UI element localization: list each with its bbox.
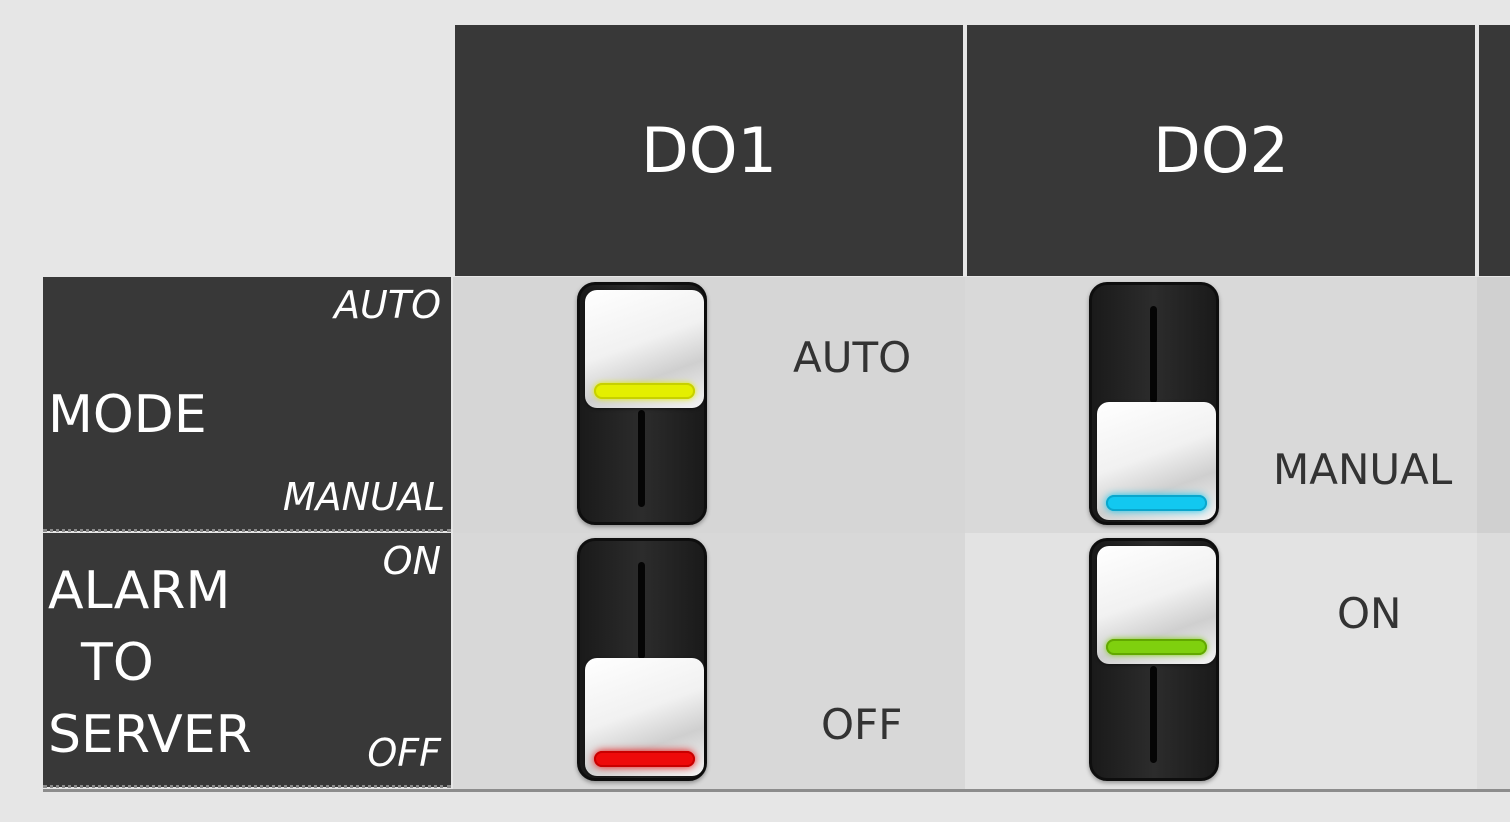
do1-mode-switch[interactable] — [577, 282, 707, 525]
switch-track — [638, 410, 645, 507]
row-divider — [43, 785, 451, 788]
alarm-off-hint: OFF — [367, 731, 441, 775]
led-indicator — [594, 383, 695, 399]
cell-do3-alarm-partial — [1477, 533, 1510, 789]
column-header-do2: DO2 — [967, 25, 1475, 276]
column-header-do3-partial — [1479, 25, 1510, 276]
switch-knob[interactable] — [1097, 402, 1216, 520]
switch-track — [1150, 306, 1157, 403]
mode-label: MODE — [48, 385, 207, 445]
switch-track — [638, 562, 645, 659]
do2-mode-switch[interactable] — [1089, 282, 1219, 525]
column-title: DO2 — [1153, 114, 1289, 187]
do2-mode-state: MANUAL — [1273, 445, 1453, 494]
do1-alarm-switch[interactable] — [577, 538, 707, 781]
cell-do3-mode-partial — [1477, 277, 1510, 533]
column-header-do1: DO1 — [455, 25, 963, 276]
switch-knob[interactable] — [585, 658, 704, 776]
do1-alarm-state: OFF — [821, 700, 903, 749]
table-bottom-border — [43, 789, 1510, 792]
row-label-mode: AUTO MODE MANUAL — [43, 277, 451, 531]
do2-alarm-switch[interactable] — [1089, 538, 1219, 781]
column-title: DO1 — [641, 114, 777, 187]
led-indicator — [1106, 639, 1207, 655]
alarm-on-hint: ON — [382, 539, 441, 583]
cell-do2-alarm — [965, 533, 1477, 789]
alarm-label: ALARM TO SERVER — [48, 561, 252, 765]
cell-do2-mode — [965, 277, 1477, 533]
do2-alarm-state: ON — [1337, 589, 1402, 638]
mode-auto-hint: AUTO — [334, 283, 441, 327]
led-indicator — [594, 751, 695, 767]
switch-track — [1150, 666, 1157, 763]
switch-knob[interactable] — [585, 290, 704, 408]
row-label-alarm: ON ALARM TO SERVER OFF — [43, 533, 451, 787]
switch-knob[interactable] — [1097, 546, 1216, 664]
cell-do1-alarm — [453, 533, 965, 789]
led-indicator — [1106, 495, 1207, 511]
mode-manual-hint: MANUAL — [282, 475, 445, 519]
row-divider — [43, 529, 451, 532]
do1-mode-state: AUTO — [793, 333, 912, 382]
cell-do1-mode — [453, 277, 965, 533]
